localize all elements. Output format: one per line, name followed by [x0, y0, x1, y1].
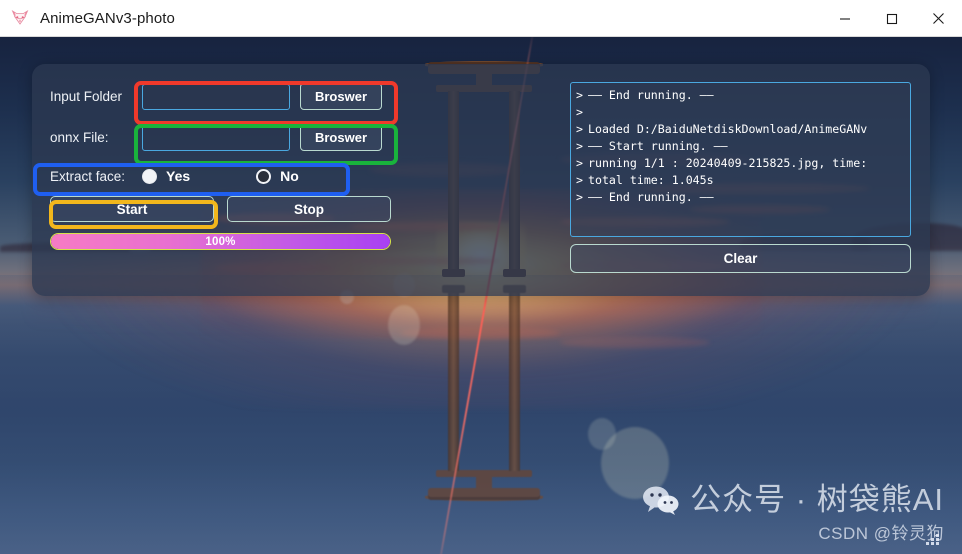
onnx-file-browse-button[interactable]: Broswer: [300, 124, 382, 151]
maximize-button[interactable]: [868, 0, 915, 37]
log-line-text: —— End running. ——: [587, 88, 714, 102]
form-column: Input Folder Broswer onnx File: Broswer …: [50, 80, 450, 250]
window-controls: [821, 0, 962, 37]
input-folder-row: Input Folder Broswer: [50, 80, 450, 113]
torii-gate-reflection: [425, 285, 543, 507]
stop-button[interactable]: Stop: [227, 196, 391, 222]
control-panel: Input Folder Broswer onnx File: Broswer …: [32, 64, 930, 296]
minimize-button[interactable]: [821, 0, 868, 37]
log-line: >: [571, 104, 910, 121]
action-button-row: Start Stop: [50, 196, 450, 222]
input-folder-label: Input Folder: [50, 89, 123, 104]
log-caret: >: [576, 156, 583, 170]
log-caret: >: [576, 122, 583, 136]
onnx-file-field[interactable]: [142, 124, 290, 151]
input-folder-browse-button[interactable]: Broswer: [300, 83, 382, 110]
extract-face-radio-group: Yes No: [142, 168, 299, 184]
radio-selected-icon: [142, 168, 157, 184]
log-caret: >: [576, 173, 583, 187]
log-output[interactable]: > —— End running. —— > > Loaded D:/BaiduNetd…: [570, 82, 911, 237]
extract-face-radio-yes[interactable]: Yes: [142, 168, 190, 184]
window-title: AnimeGANv3-photo: [40, 9, 175, 27]
close-button[interactable]: [915, 0, 962, 37]
input-folder-field[interactable]: [142, 83, 290, 110]
title-bar: AnimeGANv3-photo: [0, 0, 962, 37]
clear-button[interactable]: Clear: [570, 244, 911, 273]
log-line: > total time: 1.045s: [571, 172, 910, 189]
log-caret: >: [576, 139, 583, 153]
extract-face-radio-no[interactable]: No: [256, 168, 299, 184]
extract-face-yes-label: Yes: [166, 168, 191, 184]
start-button[interactable]: Start: [50, 196, 214, 222]
radio-unselected-icon: [256, 168, 272, 184]
extract-face-no-label: No: [280, 168, 299, 184]
log-caret: >: [576, 190, 583, 204]
log-line-text: total time: 1.045s: [587, 173, 714, 187]
log-line: > Loaded D:/BaiduNetdiskDownload/AnimeGAN…: [571, 121, 910, 138]
log-caret: >: [576, 88, 583, 102]
progress-bar: 100%: [50, 233, 391, 250]
progress-bar-label: 100%: [205, 235, 236, 248]
extract-face-row: Extract face: Yes No: [50, 162, 450, 190]
fox-mask-icon: [10, 8, 30, 28]
log-line: > running 1/1 : 20240409-215825.jpg, time…: [571, 155, 910, 172]
log-line-text: running 1/1 : 20240409-215825.jpg, time:: [587, 156, 868, 170]
application-window: Input Folder Broswer onnx File: Broswer …: [0, 0, 962, 554]
log-caret: >: [576, 105, 583, 119]
log-line: > —— End running. ——: [571, 87, 910, 104]
log-line: > —— End running. ——: [571, 189, 910, 206]
extract-face-label: Extract face:: [50, 168, 126, 184]
onnx-file-row: onnx File: Broswer: [50, 121, 450, 154]
log-line-text: —— End running. ——: [587, 190, 714, 204]
log-line-text: Loaded D:/BaiduNetdiskDownload/AnimeGANv: [587, 122, 868, 136]
onnx-file-label: onnx File:: [50, 130, 109, 145]
log-line: > —— Start running. ——: [571, 138, 910, 155]
bokeh-orb: [388, 305, 420, 345]
bokeh-orb: [588, 418, 616, 450]
log-line-text: —— Start running. ——: [587, 139, 728, 153]
